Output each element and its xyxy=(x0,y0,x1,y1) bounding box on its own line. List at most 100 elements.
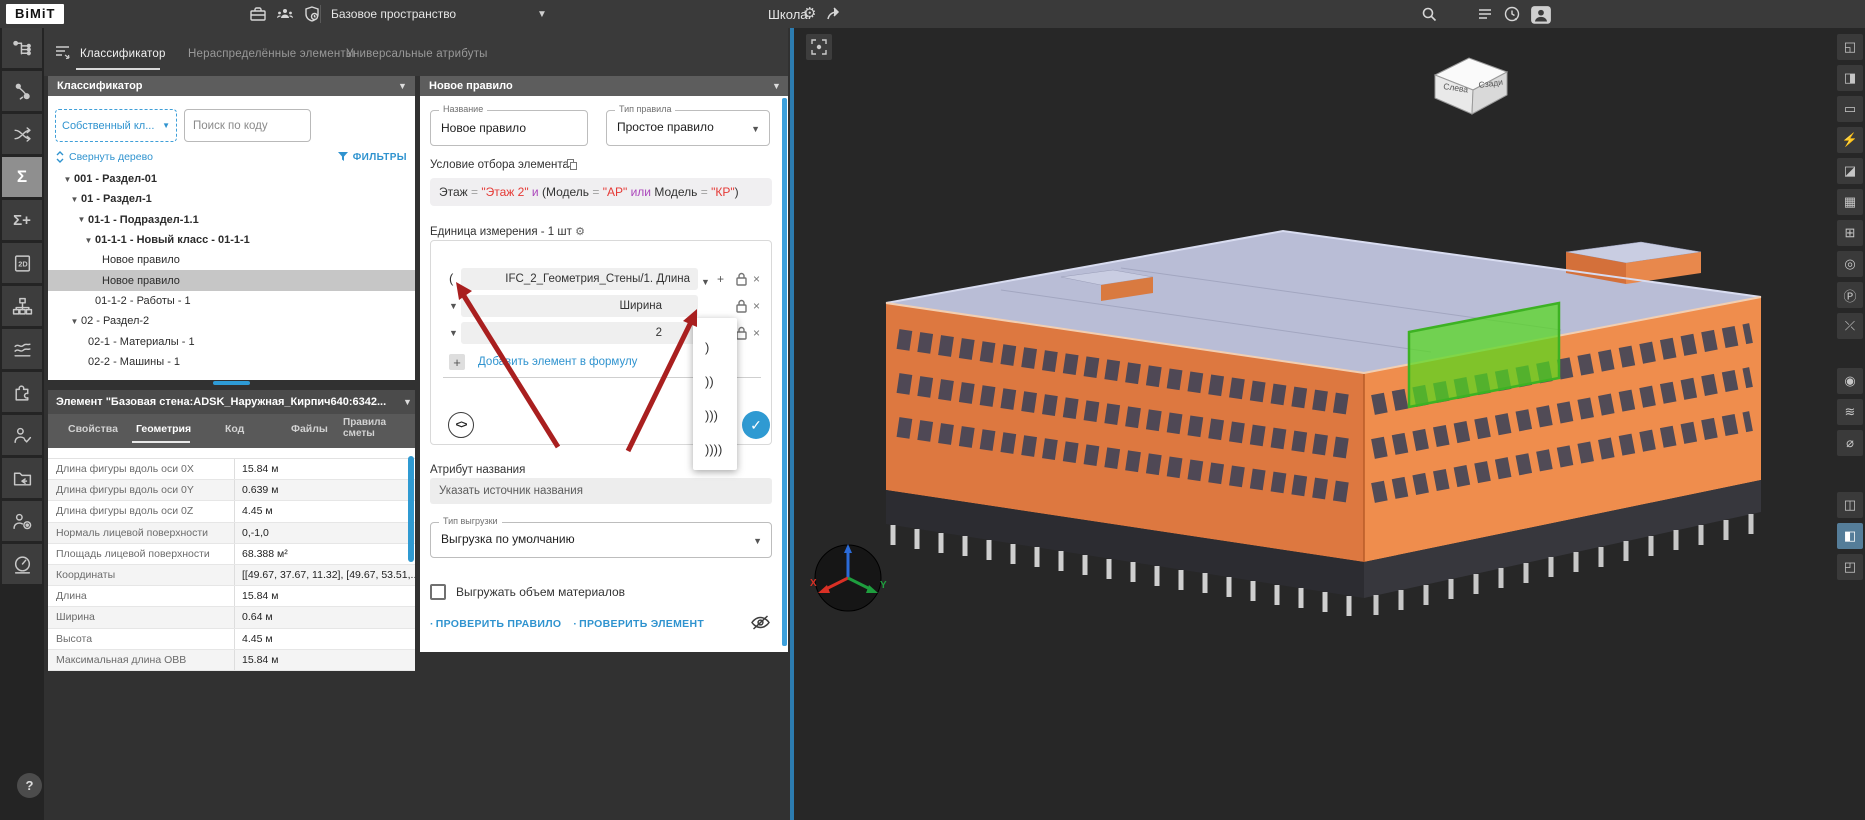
menu-item[interactable]: ))) xyxy=(693,399,737,433)
menu-item[interactable]: ) xyxy=(693,331,737,365)
person-location-icon[interactable] xyxy=(2,501,42,541)
formula-code-view-button[interactable]: <> xyxy=(448,412,474,438)
caret-down-icon[interactable]: ▼ xyxy=(61,175,74,184)
orbit-target-icon[interactable]: ◎ xyxy=(1837,251,1863,277)
quick-actions-icon[interactable]: ⚡ xyxy=(1837,127,1863,153)
unit-settings-gear-icon[interactable]: ⚙ xyxy=(575,226,585,238)
layers-icon[interactable]: ≋ xyxy=(1837,399,1863,425)
add-formula-element-button[interactable]: + Добавить элемент в формулу xyxy=(449,354,637,370)
viewport-3d[interactable]: Слева Сзади ◱ ◨ ▭ ⚡ ◪ ▦ ⊞ ◎ Ⓟ ⤫ ◉ ≋ ⌀ ◫ … xyxy=(794,28,1865,820)
copy-icon[interactable] xyxy=(567,159,577,170)
hide-elements-icon[interactable]: ⌀ xyxy=(1837,430,1863,456)
rule-panel-scrollbar[interactable] xyxy=(782,98,787,646)
check-element-button[interactable]: ПРОВЕРИТЬ ЭЛЕМЕНТ xyxy=(573,618,704,630)
formula-attribute-field[interactable]: IFC_2_Геометрия_Стены/1. Длина xyxy=(461,268,698,290)
view-cube[interactable]: Слева Сзади xyxy=(1429,54,1511,150)
tab-universal-attributes[interactable]: Универсальные атрибуты xyxy=(346,48,488,60)
tab-files[interactable]: Файлы xyxy=(291,423,328,435)
viewcube-tool-icon[interactable]: ◱ xyxy=(1837,34,1863,60)
shield-status-icon[interactable] xyxy=(303,5,321,23)
plus-icon[interactable]: + xyxy=(717,271,724,287)
element-panel-header[interactable]: Элемент "Базовая стена:ADSK_Наружная_Кир… xyxy=(48,390,415,414)
tree-item-rule-selected[interactable]: ▼Новое правило xyxy=(48,270,415,290)
menu-item[interactable]: )) xyxy=(693,365,737,399)
rule-section-header[interactable]: Новое правило ▼ xyxy=(420,76,788,96)
relations-icon[interactable] xyxy=(2,71,42,111)
hide-preview-eye-off-icon[interactable] xyxy=(750,612,771,633)
tab-classifier[interactable]: Классификатор xyxy=(80,48,166,60)
chevron-down-icon[interactable]: ▼ xyxy=(398,76,407,96)
rule-type-select[interactable]: Тип правила Простое правило ▼ xyxy=(606,110,770,146)
workspace-caret-icon[interactable]: ▼ xyxy=(537,9,547,20)
export-folder-icon[interactable] xyxy=(2,458,42,498)
isolate-view-icon[interactable]: ◫ xyxy=(1837,492,1863,518)
charts-icon[interactable] xyxy=(2,329,42,369)
estimate-add-sigma-icon[interactable]: Σ+ xyxy=(2,200,42,240)
axis-gizmo[interactable]: X Y xyxy=(808,538,888,618)
tree-item[interactable]: ▼02 - Раздел-2 xyxy=(48,311,415,331)
formula-attribute-field[interactable]: Ширина xyxy=(461,295,698,317)
operation-caret-icon[interactable]: ▼ xyxy=(449,328,458,338)
notifications-icon[interactable] xyxy=(1503,5,1521,23)
name-source-input[interactable]: Указать источник названия xyxy=(430,478,772,504)
tree-item[interactable]: ▼01-1-2 - Работы - 1 xyxy=(48,291,415,311)
focus-region-icon[interactable] xyxy=(806,34,832,60)
workspace-selector[interactable]: Базовое пространство xyxy=(331,7,456,21)
tree-item-rule[interactable]: ▼Новое правило xyxy=(48,250,415,270)
table-scrollbar[interactable] xyxy=(408,456,414,562)
app-logo[interactable]: BiMiT xyxy=(6,4,64,24)
operation-caret-icon[interactable]: ▼ xyxy=(449,301,458,311)
code-search-input[interactable] xyxy=(184,109,311,142)
chevron-down-icon[interactable]: ▼ xyxy=(701,274,710,290)
remove-row-icon[interactable]: × xyxy=(753,298,760,314)
projects-briefcase-icon[interactable] xyxy=(249,5,267,23)
visibility-eye-icon[interactable]: ◉ xyxy=(1837,368,1863,394)
chevron-down-icon[interactable]: ▼ xyxy=(403,390,412,414)
remove-row-icon[interactable]: × xyxy=(753,325,760,341)
tree-item[interactable]: ▼01-1 - Подраздел-1.1 xyxy=(48,210,415,230)
section-box-icon[interactable]: ◰ xyxy=(1837,554,1863,580)
search-icon[interactable] xyxy=(1420,5,1438,23)
grid-icon[interactable]: ▦ xyxy=(1837,189,1863,215)
project-settings-gear-icon[interactable]: ⚙ xyxy=(803,4,821,22)
tab-geometry[interactable]: Геометрия xyxy=(136,423,191,435)
rule-name-field[interactable]: Название xyxy=(430,110,588,146)
fit-view-icon[interactable]: ◨ xyxy=(1837,65,1863,91)
drawings-2d-icon[interactable]: 2D xyxy=(2,243,42,283)
mapping-shuffle-icon[interactable] xyxy=(2,114,42,154)
panel-splitter-handle[interactable] xyxy=(213,381,250,385)
caret-down-icon[interactable]: ▼ xyxy=(68,195,81,204)
check-rule-button[interactable]: ПРОВЕРИТЬ ПРАВИЛО xyxy=(430,618,561,630)
section-plane-icon[interactable]: ◪ xyxy=(1837,158,1863,184)
lock-icon[interactable] xyxy=(736,272,747,286)
tree-item[interactable]: ▼01-1-1 - Новый класс - 01-1-1 xyxy=(48,230,415,250)
org-chart-icon[interactable] xyxy=(2,286,42,326)
clip-box-icon[interactable]: ◧ xyxy=(1837,523,1863,549)
approvals-person-check-icon[interactable] xyxy=(2,415,42,455)
rule-name-input[interactable] xyxy=(431,111,587,145)
formula-value-field[interactable]: 2 xyxy=(461,322,698,344)
tab-code[interactable]: Код xyxy=(225,423,244,435)
tab-estimate-rules[interactable]: Правила сметы xyxy=(343,417,405,439)
lock-icon[interactable] xyxy=(736,326,747,340)
tab-properties[interactable]: Свойства xyxy=(68,423,118,435)
axes-icon[interactable]: ⤫ xyxy=(1837,313,1863,339)
selection-box-icon[interactable]: ⊞ xyxy=(1837,220,1863,246)
checkbox-unchecked[interactable] xyxy=(430,584,446,600)
collapse-panel-icon[interactable] xyxy=(54,44,72,60)
open-paren[interactable]: ( xyxy=(449,271,453,286)
tree-item[interactable]: ▼02-2 - Машины - 1 xyxy=(48,352,415,372)
lock-icon[interactable] xyxy=(736,299,747,313)
caret-down-icon[interactable]: ▼ xyxy=(82,236,95,245)
remove-row-icon[interactable]: × xyxy=(753,271,760,287)
building-3d-model[interactable] xyxy=(794,28,1865,820)
viewport-splitter[interactable] xyxy=(790,28,794,820)
chevron-down-icon[interactable]: ▼ xyxy=(772,76,781,96)
confirm-formula-button[interactable]: ✓ xyxy=(742,411,770,439)
estimate-sigma-icon[interactable]: Σ xyxy=(2,157,42,197)
list-menu-icon[interactable] xyxy=(1476,5,1494,23)
tree-item[interactable]: ▼02-1 - Материалы - 1 xyxy=(48,331,415,351)
tab-unallocated-elements[interactable]: Нераспределённые элементы xyxy=(188,48,354,60)
selection-condition-expression[interactable]: Этаж = "Этаж 2" и (Модель = "АР" или Мод… xyxy=(430,178,772,206)
measure-icon[interactable]: ▭ xyxy=(1837,96,1863,122)
